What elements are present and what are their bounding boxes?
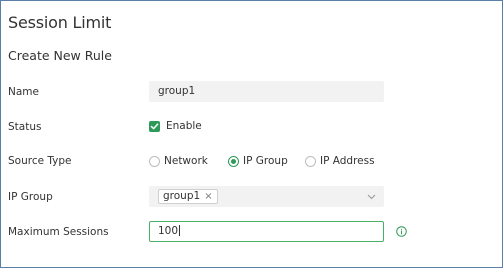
max-sessions-input[interactable]: 100 [149,221,384,242]
session-limit-panel: Session Limit Create New Rule Name group… [0,0,503,268]
text-caret [179,225,181,236]
ip-group-tag-label: group1 [163,190,201,202]
radio-ip-address[interactable] [305,156,316,167]
section-title: Create New Rule [8,48,112,63]
max-sessions-value: 100 [158,225,179,237]
radio-network[interactable] [149,156,160,167]
source-type-label: Source Type [8,155,72,167]
enable-label: Enable [166,120,202,132]
page-title: Session Limit [8,13,112,32]
ip-group-tag: group1 × [158,189,218,204]
close-icon[interactable]: × [204,191,212,202]
status-label: Status [8,121,42,133]
max-sessions-label: Maximum Sessions [8,226,109,238]
radio-ip-address-label: IP Address [320,155,375,167]
name-input[interactable]: group1 [149,81,384,102]
info-icon[interactable] [396,226,407,237]
radio-ip-group[interactable] [228,156,239,167]
radio-ip-group-label: IP Group [243,155,288,167]
chevron-down-icon[interactable] [367,194,376,200]
ip-group-label: IP Group [8,191,53,203]
check-icon [150,123,159,130]
enable-checkbox[interactable] [149,121,160,132]
name-label: Name [8,86,39,98]
radio-network-label: Network [164,155,208,167]
